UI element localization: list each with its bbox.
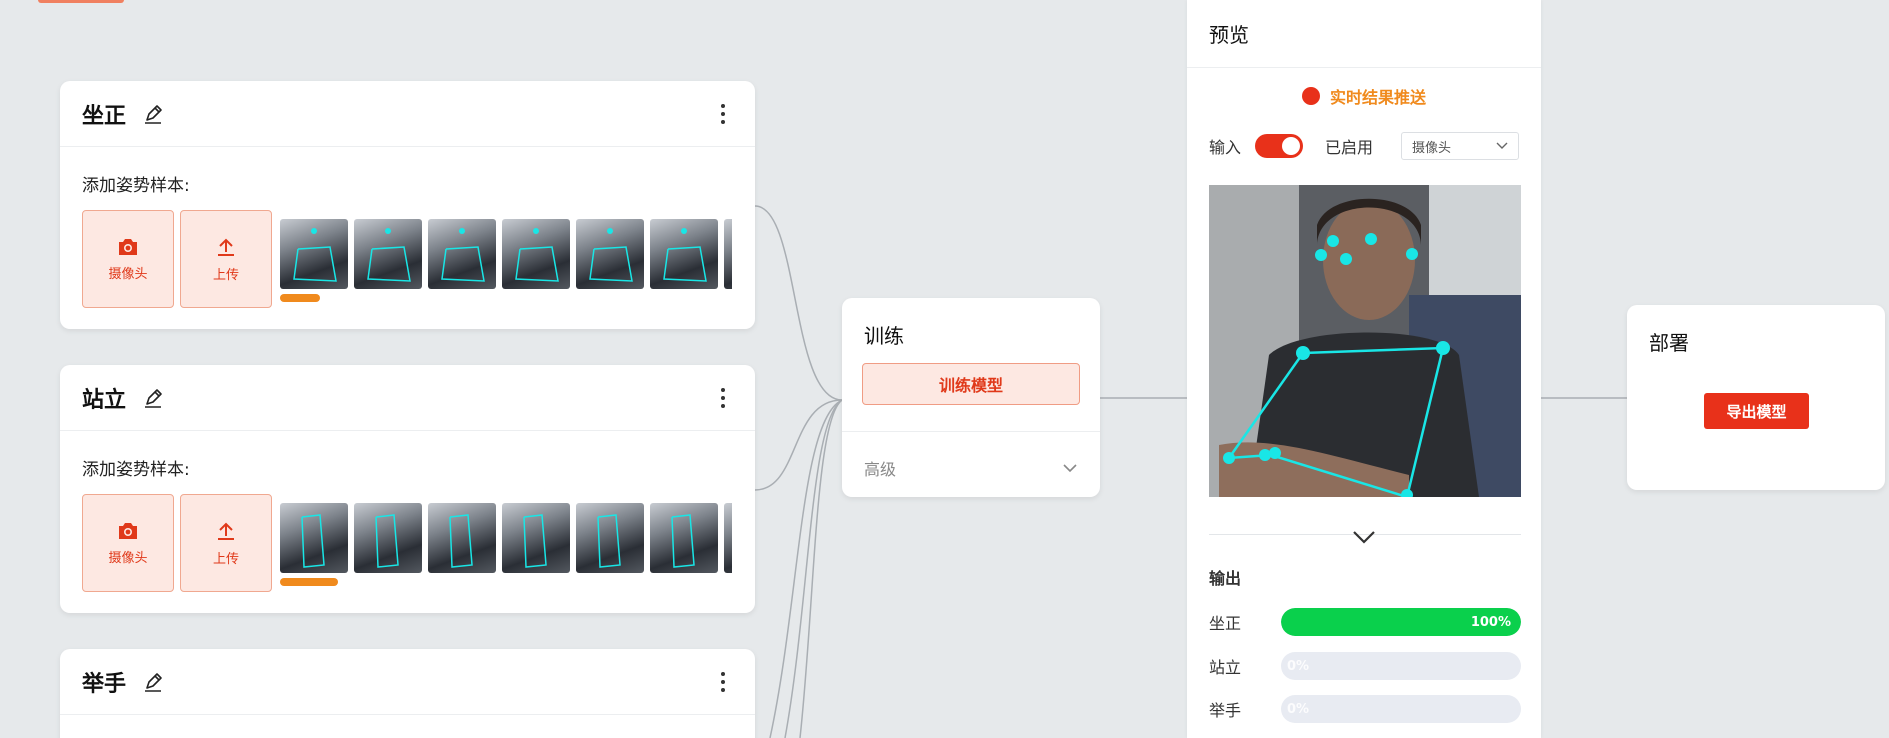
train-model-button[interactable]: 训练模型 — [862, 363, 1080, 405]
class-card-3: 举手 — [60, 649, 755, 738]
sample-thumbnails — [280, 210, 732, 308]
deploy-title: 部署 — [1649, 331, 1689, 355]
advanced-label: 高级 — [864, 460, 897, 479]
more-vertical-icon[interactable] — [713, 386, 733, 410]
advanced-toggle[interactable]: 高级 — [842, 432, 1100, 480]
live-indicator-dot — [1301, 87, 1320, 105]
output-title: 输出 — [1209, 569, 1242, 588]
top-accent-bar — [38, 0, 124, 3]
sample-thumbnail[interactable] — [576, 219, 644, 289]
more-vertical-icon[interactable] — [713, 102, 733, 126]
export-model-button[interactable]: 导出模型 — [1704, 393, 1809, 429]
confidence-value: 0% — [1287, 701, 1310, 717]
sample-thumbnail[interactable] — [650, 503, 718, 573]
class-name: 举手 — [82, 671, 127, 697]
output-label: 站立 — [1209, 658, 1242, 677]
edit-icon[interactable] — [142, 671, 164, 693]
add-samples-label: 添加姿势样本: — [82, 460, 190, 480]
class-card-header: 坐正 — [60, 81, 755, 147]
webcam-button-label: 摄像头 — [108, 266, 148, 282]
webcam-preview — [1209, 185, 1521, 497]
class-card-2: 站立 添加姿势样本: 摄像头 上传 — [60, 365, 755, 613]
sample-thumbnail[interactable] — [650, 219, 718, 289]
add-samples-label: 添加姿势样本: — [82, 176, 190, 196]
chevron-down-icon — [1063, 464, 1077, 473]
input-toggle[interactable] — [1255, 134, 1304, 158]
sample-thumbnails — [280, 494, 732, 592]
input-label: 输入 — [1209, 138, 1242, 157]
deploy-card: 部署 导出模型 — [1627, 305, 1885, 490]
input-source-value: 摄像头 — [1412, 140, 1452, 156]
sample-thumbnail[interactable] — [428, 503, 496, 573]
capture-progress-bar — [280, 294, 320, 302]
preview-title: 预览 — [1187, 0, 1541, 68]
webcam-button[interactable]: 摄像头 — [82, 494, 174, 592]
training-title: 训练 — [864, 324, 904, 348]
upload-icon — [218, 522, 234, 540]
confidence-bar: 100% — [1281, 608, 1521, 636]
output-row: 举手 0% — [1209, 694, 1521, 724]
sample-thumbnail[interactable] — [502, 503, 570, 573]
class-name: 站立 — [82, 387, 127, 413]
capture-progress-bar — [280, 578, 338, 586]
upload-icon — [218, 238, 234, 256]
upload-button[interactable]: 上传 — [180, 494, 272, 592]
class-card-1: 坐正 添加姿势样本: 摄像头 上传 — [60, 81, 755, 329]
confidence-value: 100% — [1470, 614, 1511, 630]
sample-thumbnail[interactable] — [502, 219, 570, 289]
output-row: 站立 0% — [1209, 651, 1521, 681]
more-vertical-icon[interactable] — [713, 670, 733, 694]
class-card-header: 站立 — [60, 365, 755, 431]
edit-icon[interactable] — [142, 387, 164, 409]
upload-button[interactable]: 上传 — [180, 210, 272, 308]
webcam-button-label: 摄像头 — [108, 550, 148, 566]
webcam-button[interactable]: 摄像头 — [82, 210, 174, 308]
class-card-header: 举手 — [60, 649, 755, 715]
output-label: 举手 — [1209, 701, 1242, 720]
sample-thumbnail[interactable] — [280, 219, 348, 289]
confidence-bar: 0% — [1281, 652, 1521, 680]
sample-thumbnail[interactable] — [280, 503, 348, 573]
training-card: 训练 训练模型 高级 — [842, 298, 1100, 497]
live-push-label[interactable]: 实时结果推送 — [1330, 84, 1426, 108]
class-name: 坐正 — [82, 103, 127, 129]
output-label: 坐正 — [1209, 614, 1242, 633]
sample-thumbnail[interactable] — [724, 219, 732, 289]
upload-button-label: 上传 — [212, 551, 239, 567]
sample-thumbnail[interactable] — [354, 503, 422, 573]
confidence-bar: 0% — [1281, 695, 1521, 723]
edit-icon[interactable] — [142, 103, 164, 125]
preview-panel: 预览 实时结果推送 输入 已启用 摄像头 输出 坐正 100% 站立 0% 举手… — [1187, 0, 1541, 738]
sample-thumbnail[interactable] — [724, 503, 732, 573]
chevron-down-icon[interactable] — [1350, 528, 1378, 546]
input-source-select[interactable]: 摄像头 — [1401, 132, 1519, 160]
sample-thumbnail[interactable] — [576, 503, 644, 573]
camera-icon — [119, 522, 137, 539]
enabled-label: 已启用 — [1325, 138, 1374, 157]
sample-thumbnail[interactable] — [428, 219, 496, 289]
upload-button-label: 上传 — [212, 267, 239, 283]
output-row: 坐正 100% — [1209, 607, 1521, 637]
sample-thumbnail[interactable] — [354, 219, 422, 289]
camera-icon — [119, 238, 137, 255]
chevron-down-icon — [1496, 142, 1508, 149]
confidence-value: 0% — [1287, 658, 1310, 674]
